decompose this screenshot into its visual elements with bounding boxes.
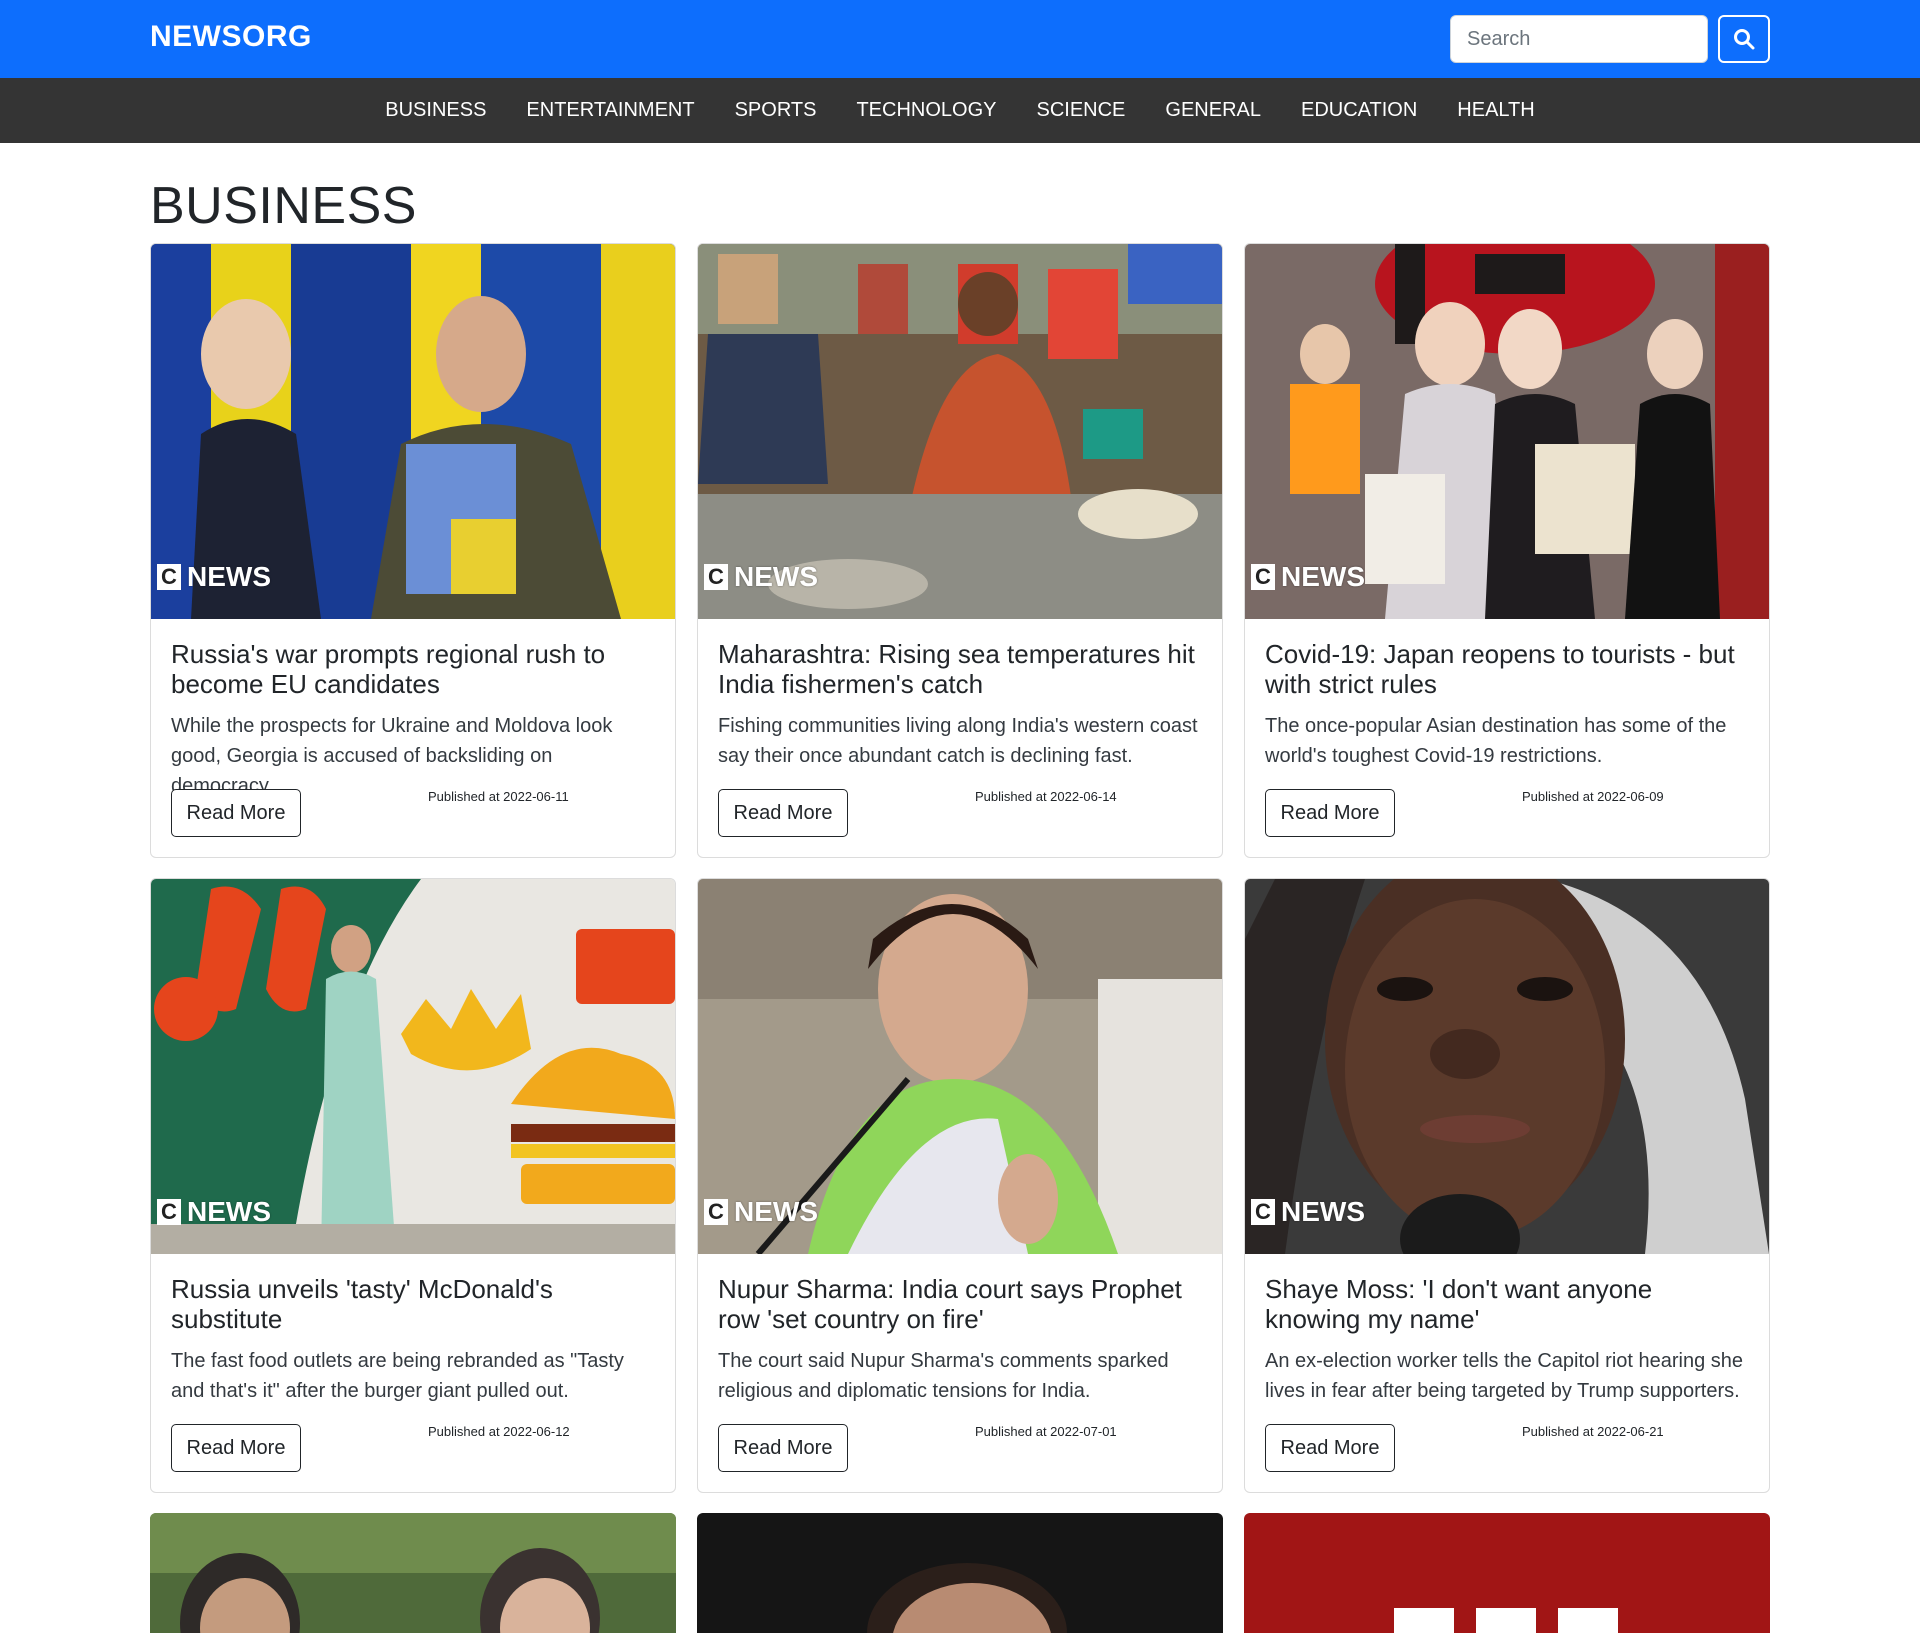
article-image[interactable] bbox=[150, 1513, 676, 1633]
read-more-button[interactable]: Read More bbox=[1265, 1424, 1395, 1472]
news-logo-text: NEWS bbox=[734, 1196, 818, 1227]
nav-item-entertainment[interactable]: ENTERTAINMENT bbox=[526, 99, 694, 122]
article-image[interactable]: C NEWS bbox=[151, 879, 675, 1254]
news-watermark: C NEWS bbox=[157, 561, 271, 593]
news-logo-text: NEWS bbox=[187, 1196, 271, 1227]
nav-item-health[interactable]: HEALTH bbox=[1457, 99, 1534, 122]
article-description: The once-popular Asian destination has s… bbox=[1265, 715, 1727, 767]
news-logo-letter: C bbox=[704, 564, 728, 590]
article-description: The fast food outlets are being rebrande… bbox=[171, 1350, 624, 1402]
published-date: Published at 2022-06-09 bbox=[1522, 789, 1664, 804]
article-image[interactable]: C NEWS bbox=[151, 244, 675, 619]
article-image[interactable]: C NEWS bbox=[698, 244, 1222, 619]
search-icon bbox=[1734, 29, 1755, 50]
page-title: BUSINESS bbox=[150, 177, 417, 235]
article-description: While the prospects for Ukraine and Mold… bbox=[171, 715, 613, 797]
article-card: C NEWS Nupur Sharma: India court says Pr… bbox=[697, 878, 1223, 1493]
brand-logo[interactable]: NEWSORG bbox=[150, 20, 312, 54]
category-nav: BUSINESS ENTERTAINMENT SPORTS TECHNOLOGY… bbox=[0, 78, 1920, 143]
read-more-button[interactable]: Read More bbox=[171, 789, 301, 837]
article-card: C NEWS Shaye Moss: 'I don't want anyone … bbox=[1244, 878, 1770, 1493]
article-title: Nupur Sharma: India court says Prophet r… bbox=[718, 1274, 1182, 1334]
news-watermark: C NEWS bbox=[1251, 1196, 1365, 1228]
nav-item-science[interactable]: SCIENCE bbox=[1036, 99, 1125, 122]
search-form bbox=[1450, 15, 1770, 63]
article-title: Maharashtra: Rising sea temperatures hit… bbox=[718, 639, 1195, 699]
news-logo-letter: C bbox=[157, 1199, 181, 1225]
news-logo-letter: C bbox=[1251, 1199, 1275, 1225]
article-description: The court said Nupur Sharma's comments s… bbox=[718, 1350, 1169, 1402]
top-header: NEWSORG bbox=[0, 0, 1920, 78]
article-card: C NEWS Russia unveils 'tasty' McDonald's… bbox=[150, 878, 676, 1493]
read-more-button[interactable]: Read More bbox=[718, 1424, 848, 1472]
published-date: Published at 2022-06-21 bbox=[1522, 1424, 1664, 1439]
news-watermark: C NEWS bbox=[157, 1196, 271, 1228]
article-title: Russia's war prompts regional rush to be… bbox=[171, 639, 606, 699]
read-more-button[interactable]: Read More bbox=[718, 789, 848, 837]
article-image[interactable]: C NEWS bbox=[1245, 879, 1769, 1254]
news-logo-text: NEWS bbox=[1281, 1196, 1365, 1227]
published-date: Published at 2022-07-01 bbox=[975, 1424, 1117, 1439]
news-logo-text: NEWS bbox=[734, 561, 818, 592]
search-button[interactable] bbox=[1718, 15, 1770, 63]
news-logo-text: NEWS bbox=[1281, 561, 1365, 592]
read-more-button[interactable]: Read More bbox=[171, 1424, 301, 1472]
article-image[interactable]: C NEWS bbox=[698, 879, 1222, 1254]
article-title: Shaye Moss: 'I don't want anyone knowing… bbox=[1265, 1274, 1653, 1334]
news-watermark: C NEWS bbox=[704, 1196, 818, 1228]
nav-item-general[interactable]: GENERAL bbox=[1165, 99, 1261, 122]
nav-item-business[interactable]: BUSINESS bbox=[385, 99, 486, 122]
news-logo-text: NEWS bbox=[187, 561, 271, 592]
article-card: C NEWS Covid-19: Japan reopens to touris… bbox=[1244, 243, 1770, 858]
news-logo-letter: C bbox=[1251, 564, 1275, 590]
published-date: Published at 2022-06-14 bbox=[975, 789, 1117, 804]
article-image[interactable] bbox=[1244, 1513, 1770, 1633]
nav-item-technology[interactable]: TECHNOLOGY bbox=[856, 99, 996, 122]
nav-item-sports[interactable]: SPORTS bbox=[735, 99, 817, 122]
article-title: Covid-19: Japan reopens to tourists - bu… bbox=[1265, 639, 1735, 699]
published-date: Published at 2022-06-12 bbox=[428, 1424, 570, 1439]
article-description: Fishing communities living along India's… bbox=[718, 715, 1198, 767]
published-date: Published at 2022-06-11 bbox=[428, 789, 569, 804]
nav-item-education[interactable]: EDUCATION bbox=[1301, 99, 1417, 122]
news-watermark: C NEWS bbox=[1251, 561, 1365, 593]
article-card: C NEWS Russia's war prompts regional rus… bbox=[150, 243, 676, 858]
search-input[interactable] bbox=[1450, 15, 1708, 63]
article-card: C NEWS Maharashtra: Rising sea temperatu… bbox=[697, 243, 1223, 858]
article-image[interactable]: C NEWS bbox=[1245, 244, 1769, 619]
news-watermark: C NEWS bbox=[704, 561, 818, 593]
read-more-button[interactable]: Read More bbox=[1265, 789, 1395, 837]
article-image[interactable] bbox=[697, 1513, 1223, 1633]
article-description: An ex-election worker tells the Capitol … bbox=[1265, 1350, 1744, 1402]
article-title: Russia unveils 'tasty' McDonald's substi… bbox=[171, 1274, 553, 1334]
news-logo-letter: C bbox=[704, 1199, 728, 1225]
news-logo-letter: C bbox=[157, 564, 181, 590]
